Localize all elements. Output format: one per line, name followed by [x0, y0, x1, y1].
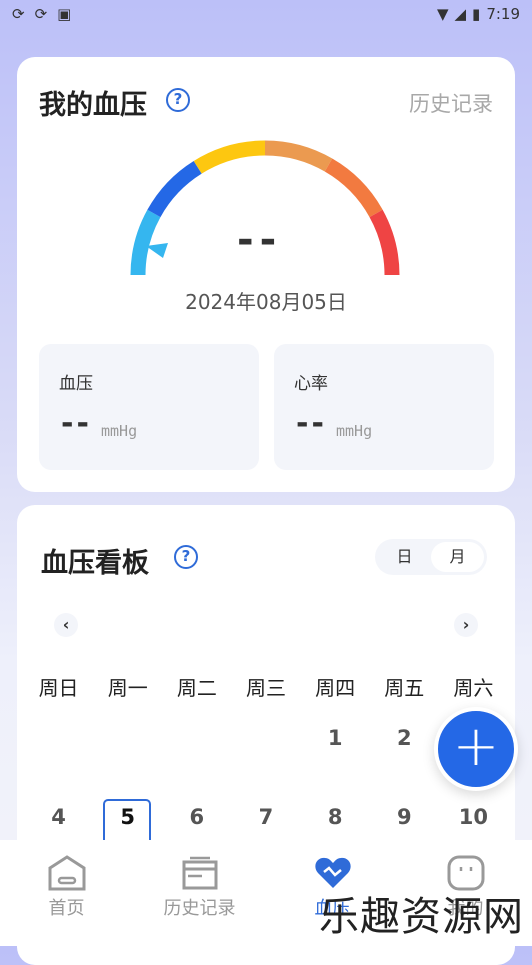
day-cell[interactable]: [93, 726, 162, 750]
hr-value: --: [296, 406, 327, 441]
help-icon[interactable]: ?: [174, 545, 198, 569]
gauge-seg-4: [264, 140, 333, 172]
nav-history[interactable]: 历史记录: [133, 840, 266, 946]
sync-icon: ⟳: [34, 5, 48, 23]
sync-icon: ⟳: [12, 5, 25, 23]
hr-unit: mmHg: [336, 422, 373, 440]
gauge-seg-1: [130, 209, 161, 276]
gauge-value: --: [237, 217, 283, 263]
add-record-button[interactable]: +: [434, 707, 518, 791]
hr-tile[interactable]: 心率 -- mmHg: [274, 344, 494, 470]
bp-unit: mmHg: [101, 422, 138, 440]
day-cell[interactable]: 4: [24, 805, 93, 829]
gauge-needle-icon: [146, 243, 168, 258]
gauge-seg-6: [369, 209, 400, 276]
weekday: 周一: [107, 676, 148, 700]
a-icon: ▣: [57, 5, 72, 23]
bp-label: 血压: [59, 374, 93, 394]
weekday: 周日: [38, 676, 79, 700]
calendar-row: 4 5 6 7 8 9 10: [24, 805, 508, 829]
hr-label: 心率: [294, 374, 328, 394]
day-cell[interactable]: 10: [439, 805, 508, 829]
toggle-day[interactable]: 日: [378, 542, 431, 572]
weekday: 周三: [245, 676, 286, 700]
prev-month-button[interactable]: ‹: [54, 613, 78, 637]
nav-label: 首页: [48, 898, 85, 919]
day-cell[interactable]: [162, 726, 231, 750]
weekday-header: 周日 周一 周二 周三 周四 周五 周六: [24, 672, 508, 701]
day-cell-selected[interactable]: 5: [93, 805, 162, 829]
status-bar: ⟳ ⟳ ▣ ▼ ◢ ▮ 7:19: [0, 0, 532, 28]
gauge-seg-3: [193, 140, 266, 174]
weekday: 周二: [176, 676, 217, 700]
nav-home[interactable]: 首页: [0, 840, 133, 946]
calendar-icon: [182, 856, 217, 890]
day-cell[interactable]: 2: [370, 726, 439, 750]
battery-icon: ▮: [472, 5, 481, 23]
toggle-month[interactable]: 月: [431, 542, 484, 572]
home-icon: [48, 855, 85, 891]
day-cell[interactable]: 6: [162, 805, 231, 829]
bp-tile[interactable]: 血压 -- mmHg: [39, 344, 259, 470]
signal-icon: ◢: [454, 5, 467, 23]
bp-value: --: [61, 406, 92, 441]
day-cell[interactable]: 8: [301, 805, 370, 829]
next-month-button[interactable]: ›: [454, 613, 478, 637]
weekday: 周六: [453, 676, 494, 700]
measure-date: 2024年08月05日: [185, 290, 347, 314]
weekday: 周四: [315, 676, 356, 700]
day-cell[interactable]: [231, 726, 300, 750]
clock: 7:19: [486, 5, 520, 23]
day-cell[interactable]: 9: [370, 805, 439, 829]
gauge-seg-2: [147, 160, 202, 218]
wifi-icon: ▼: [436, 5, 449, 23]
gauge-seg-5: [324, 158, 383, 218]
day-cell[interactable]: [24, 726, 93, 750]
my-bp-card: 我的血压 ? 历史记录 -- 2024年08月05日 血压 -- mmHg 心率…: [17, 57, 515, 492]
board-title: 血压看板: [41, 548, 149, 579]
day-cell[interactable]: 1: [301, 726, 370, 750]
nav-label: 历史记录: [163, 898, 236, 919]
day-cell[interactable]: 7: [231, 805, 300, 829]
watermark: 乐趣资源网: [319, 894, 524, 940]
weekday: 周五: [384, 676, 425, 700]
day-month-toggle[interactable]: 日 月: [375, 539, 487, 575]
